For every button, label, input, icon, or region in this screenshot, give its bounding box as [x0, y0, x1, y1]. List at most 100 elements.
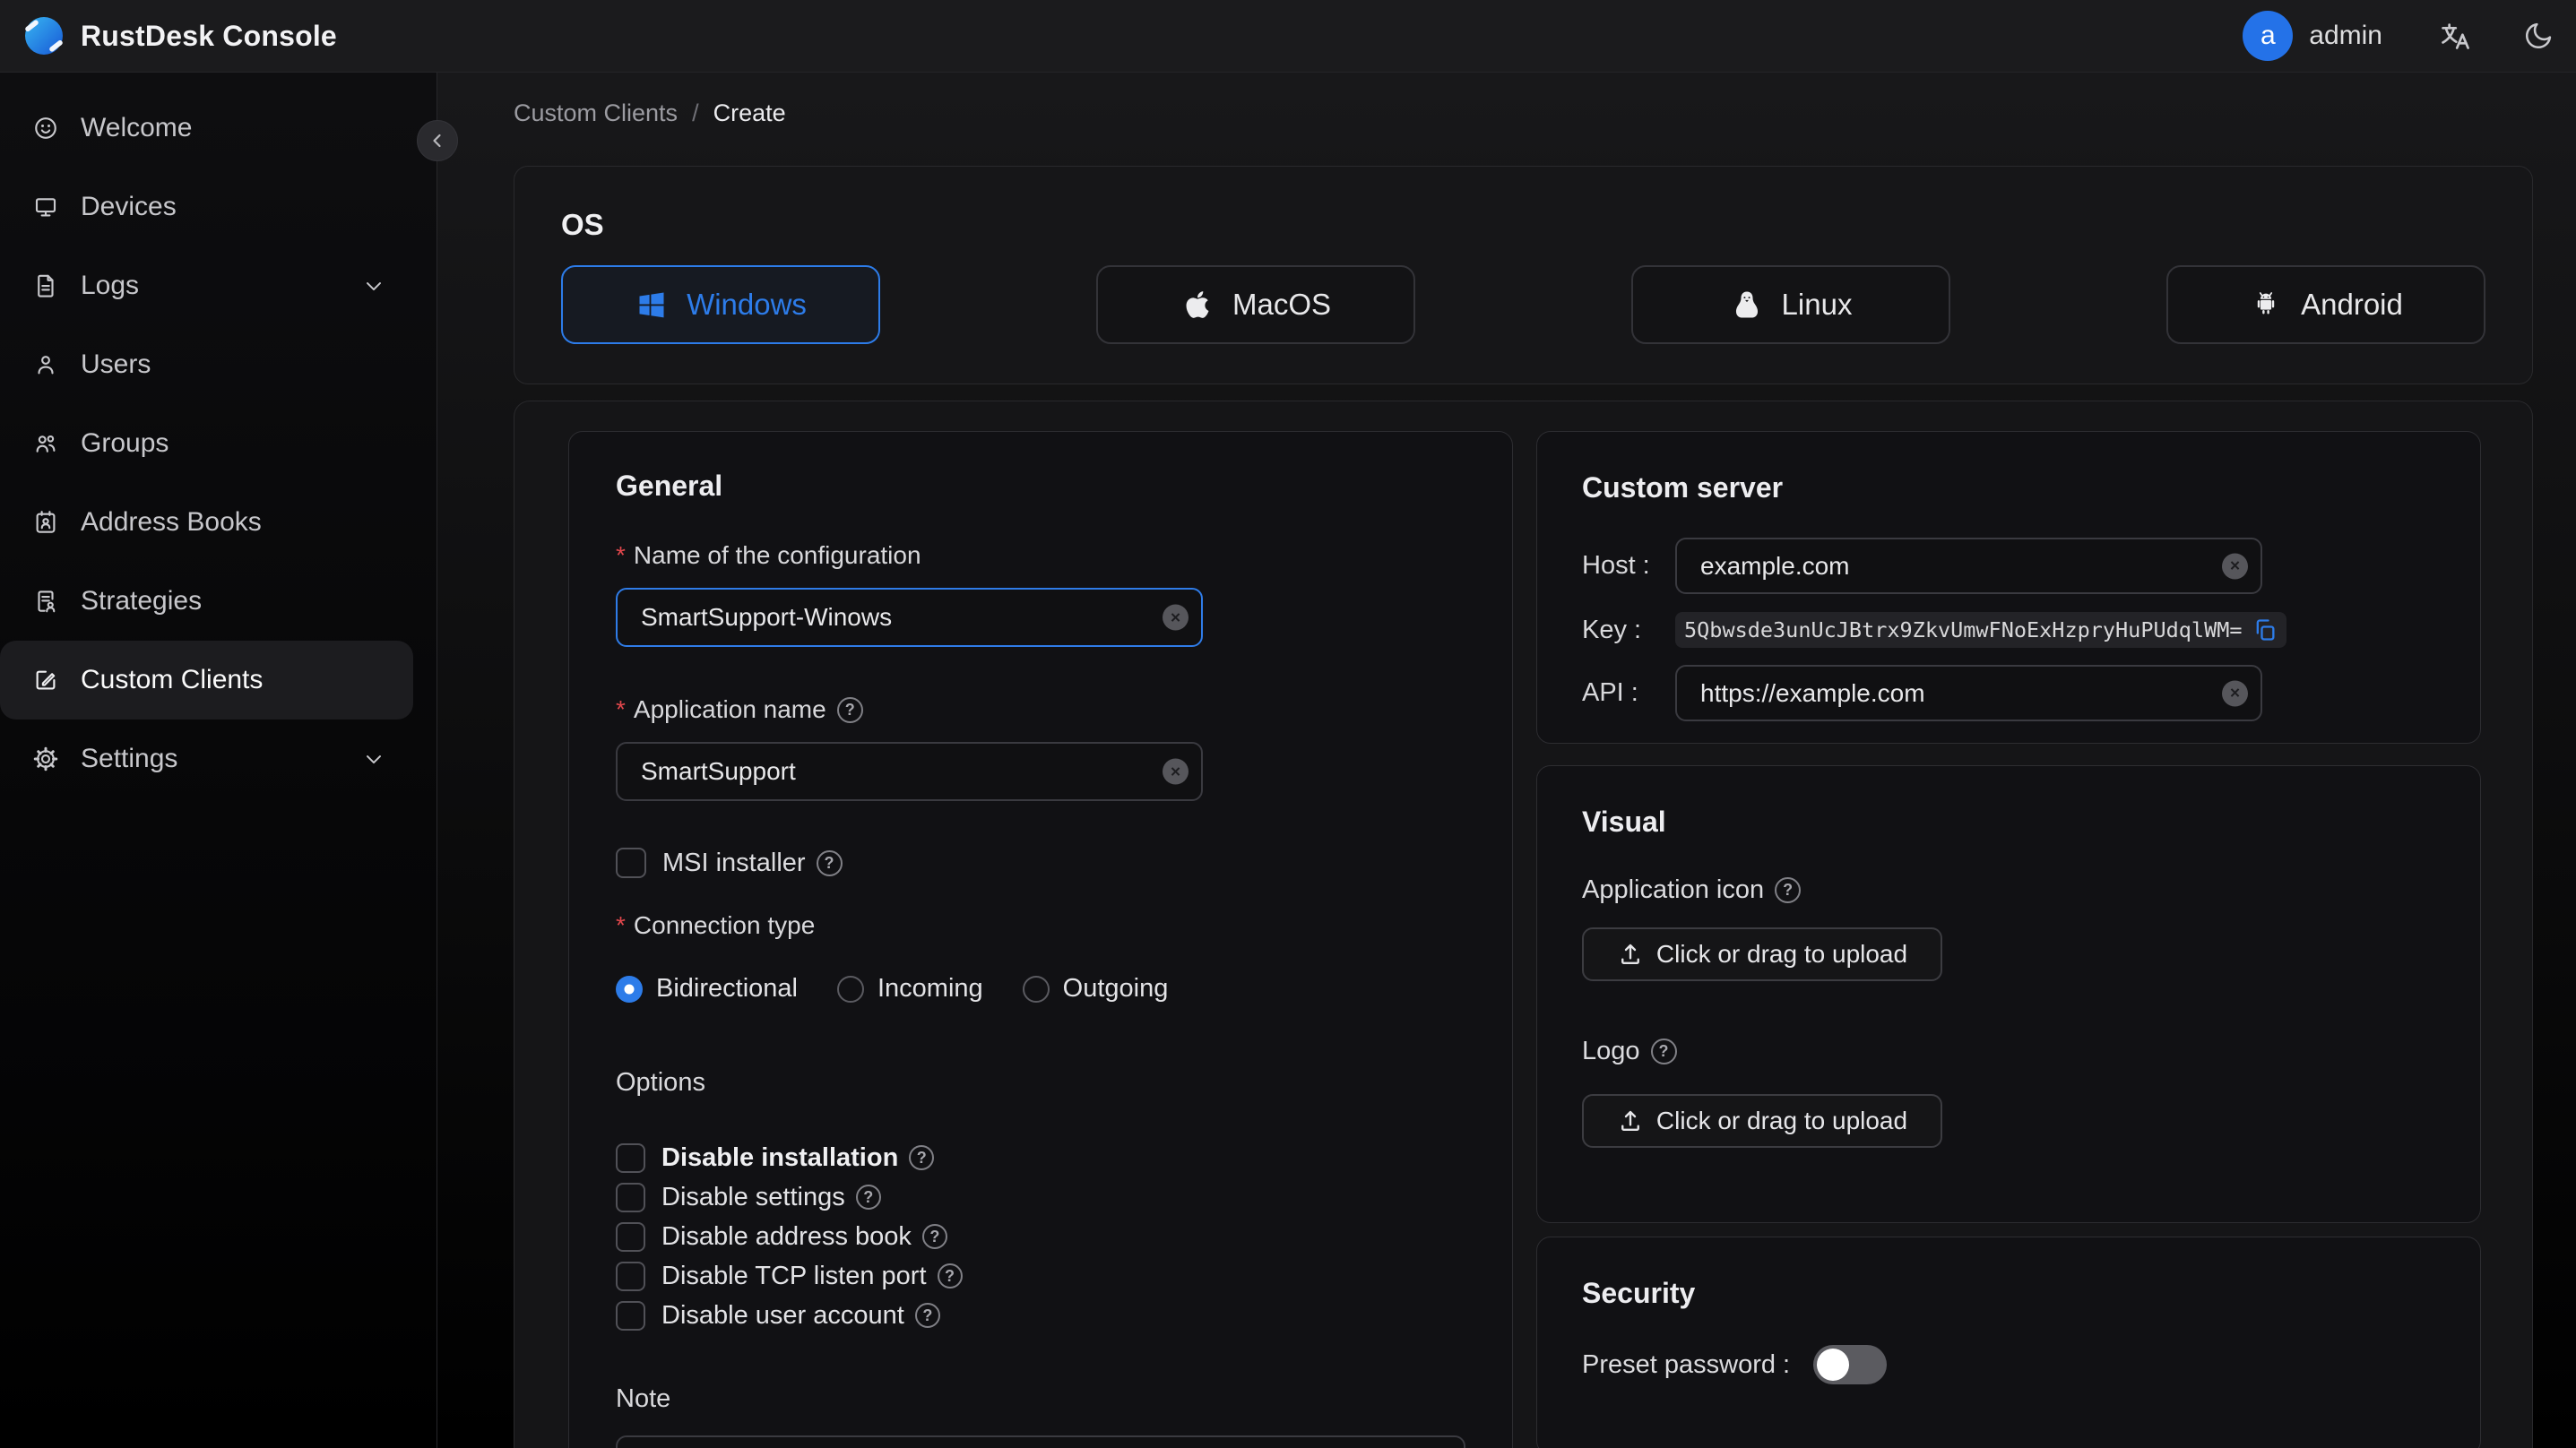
clear-name-icon[interactable]	[1163, 604, 1189, 631]
radio-icon	[1022, 975, 1050, 1003]
option-checkbox[interactable]	[616, 1142, 645, 1173]
option-checkbox[interactable]	[616, 1300, 645, 1331]
breadcrumb-parent[interactable]: Custom Clients	[514, 99, 678, 127]
note-input-wrap	[616, 1435, 1465, 1448]
upload-app-icon-button[interactable]: Click or drag to upload	[1582, 927, 1942, 981]
host-input[interactable]	[1675, 538, 2262, 594]
key-value: 5Qbwsde3unUcJBtrx9ZkvUmwFNoExHzpryHuPUdq…	[1684, 617, 2243, 642]
sidebar-item-welcome[interactable]: Welcome	[0, 89, 413, 168]
username[interactable]: admin	[2309, 21, 2382, 51]
upload-button-label: Click or drag to upload	[1655, 1107, 1908, 1134]
clear-app-name-icon[interactable]	[1163, 758, 1189, 785]
avatar[interactable]: a	[2243, 11, 2294, 61]
radio-incoming[interactable]: Incoming	[836, 974, 983, 1004]
app-name-input-wrap	[616, 742, 1203, 801]
chevron-down-icon	[367, 755, 381, 764]
os-button-windows[interactable]: Windows	[561, 265, 880, 344]
clear-api-icon[interactable]	[2222, 680, 2248, 706]
sidebar-item-devices[interactable]: Devices	[0, 168, 413, 246]
edit-square-icon	[36, 670, 56, 690]
help-icon[interactable]	[921, 1224, 947, 1249]
msi-installer-checkbox[interactable]	[616, 848, 646, 878]
option-disable-installation: Disable installation	[616, 1142, 1465, 1173]
option-checkbox[interactable]	[616, 1261, 645, 1291]
copy-icon	[2256, 619, 2275, 641]
breadcrumb-current: Create	[713, 99, 786, 126]
name-field-label: * Name of the configuration	[616, 541, 1465, 570]
sidebar-item-label: Settings	[81, 744, 178, 773]
theme-toggle-button[interactable]	[2522, 20, 2554, 52]
api-input[interactable]	[1675, 665, 2262, 721]
os-button-linux[interactable]: Linux	[1631, 265, 1950, 344]
radio-bidirectional[interactable]: Bidirectional	[616, 974, 798, 1004]
upload-button-label: Click or drag to upload	[1655, 940, 1908, 968]
app-name-field-label: * Application name	[616, 695, 1465, 724]
upload-logo-button[interactable]: Click or drag to upload	[1582, 1094, 1942, 1148]
api-row: API :	[1582, 665, 2435, 721]
help-icon[interactable]	[909, 1145, 935, 1170]
help-icon[interactable]	[914, 1303, 940, 1328]
help-icon[interactable]	[1650, 1038, 1677, 1064]
note-label: Note	[616, 1384, 671, 1413]
note-input[interactable]	[616, 1435, 1465, 1448]
os-button-macos[interactable]: MacOS	[1096, 265, 1415, 344]
chevron-left-icon	[433, 134, 441, 148]
options-list: Disable installation Disable settings Di	[616, 1142, 1465, 1331]
sidebar-item-label: Strategies	[81, 586, 203, 616]
name-input[interactable]	[616, 588, 1203, 647]
sidebar-item-address-books[interactable]: Address Books	[0, 483, 413, 562]
right-column: Custom server Host : Key : 5Qbwsde3u	[1536, 431, 2481, 1448]
apple-icon	[1180, 288, 1215, 322]
help-icon[interactable]	[937, 1263, 963, 1289]
option-checkbox[interactable]	[616, 1221, 645, 1252]
help-icon[interactable]	[816, 849, 843, 876]
option-label: Disable TCP listen port	[661, 1261, 927, 1290]
visual-title: Visual	[1582, 806, 1666, 838]
connection-type-label: * Connection type	[616, 911, 1465, 940]
required-asterisk: *	[616, 695, 626, 723]
clear-host-icon[interactable]	[2222, 553, 2248, 579]
language-button[interactable]	[2438, 19, 2472, 53]
sidebar-item-groups[interactable]: Groups	[0, 404, 413, 483]
os-button-label: Android	[2301, 288, 2403, 321]
sidebar-item-users[interactable]: Users	[0, 325, 413, 404]
help-icon[interactable]	[855, 1185, 881, 1210]
sidebar-item-label: Custom Clients	[81, 665, 264, 694]
general-card: General * Name of the configuration * Ap…	[568, 431, 1513, 1448]
smiley-icon	[35, 117, 56, 139]
copy-key-button[interactable]	[2251, 616, 2279, 644]
name-input-wrap	[616, 588, 1203, 647]
msi-installer-row: MSI installer	[616, 848, 1465, 878]
preset-password-toggle[interactable]	[1813, 1345, 1888, 1384]
help-icon[interactable]	[1775, 877, 1802, 903]
options-label: Options	[616, 1068, 705, 1097]
upload-icon	[1621, 1110, 1639, 1131]
app-name-label-text: Application name	[633, 695, 826, 723]
sidebar-item-strategies[interactable]: Strategies	[0, 562, 413, 641]
radio-outgoing[interactable]: Outgoing	[1022, 974, 1168, 1004]
help-icon[interactable]	[836, 696, 863, 723]
option-checkbox[interactable]	[616, 1182, 645, 1212]
sidebar-item-logs[interactable]: Logs	[0, 246, 413, 325]
toggle-knob	[1817, 1349, 1850, 1381]
strategy-doc-icon	[38, 590, 56, 613]
os-button-android[interactable]: Android	[2166, 265, 2485, 344]
main-content: Custom Clients / Create OS Windows MacOS…	[437, 73, 2576, 1448]
sidebar-collapse-button[interactable]	[417, 120, 458, 161]
host-label: Host :	[1582, 551, 1650, 580]
user-icon	[38, 356, 54, 375]
visual-card: Visual Application icon Click or drag to…	[1536, 765, 2481, 1223]
option-label: Disable settings	[661, 1182, 845, 1211]
security-card: Security Preset password :	[1536, 1237, 2481, 1448]
monitor-icon	[35, 198, 56, 217]
option-disable-tcp-listen-port: Disable TCP listen port	[616, 1261, 1465, 1291]
option-label: Disable address book	[661, 1221, 912, 1251]
sidebar-item-settings[interactable]: Settings	[0, 720, 413, 798]
app-name-input[interactable]	[616, 742, 1203, 801]
radio-icon	[616, 975, 643, 1003]
translate-icon	[2442, 23, 2469, 49]
breadcrumb: Custom Clients / Create	[514, 98, 2533, 128]
api-input-wrap	[1675, 665, 2262, 721]
sidebar-item-custom-clients[interactable]: Custom Clients	[0, 641, 413, 720]
sidebar-item-label: Address Books	[81, 507, 262, 537]
